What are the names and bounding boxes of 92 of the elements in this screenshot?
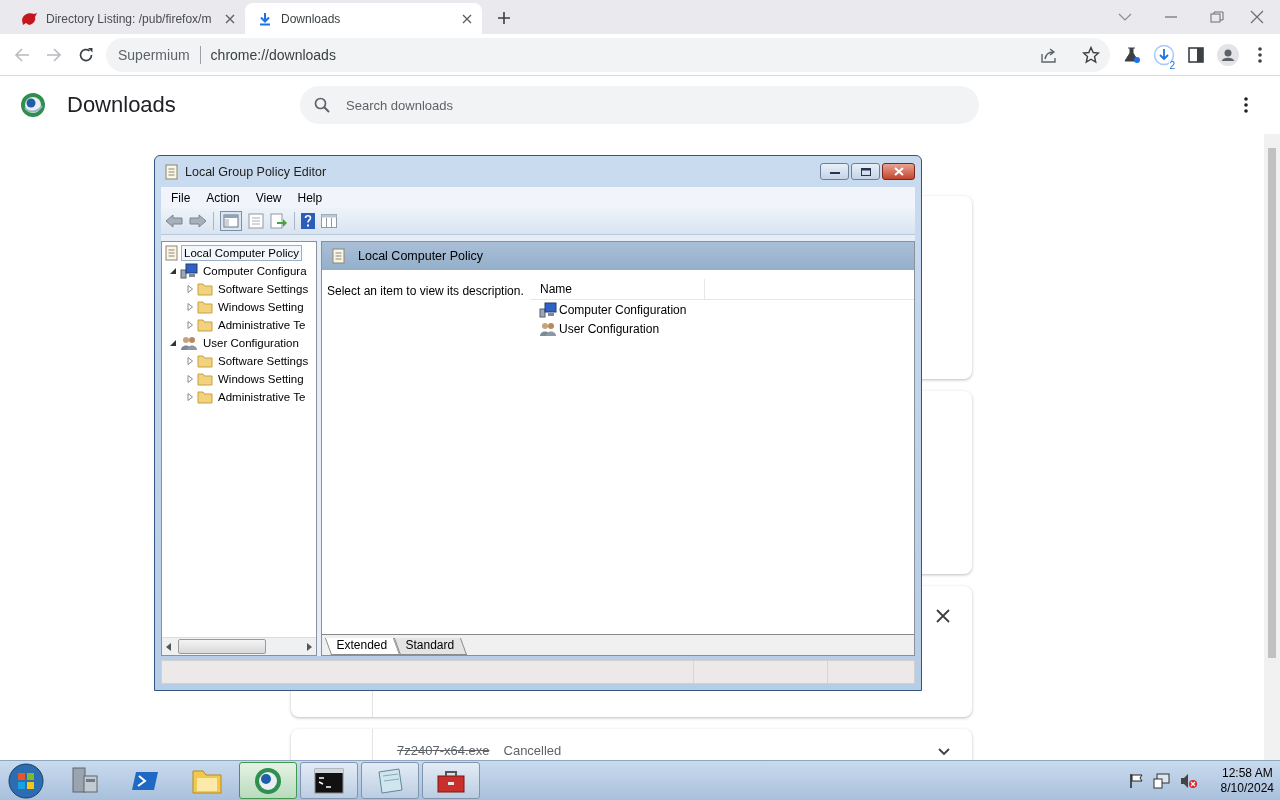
new-tab-icon[interactable] bbox=[497, 11, 511, 25]
browser-tab[interactable]: Directory Listing: /pub/firefox/m bbox=[8, 3, 245, 34]
document-icon bbox=[332, 248, 346, 264]
view-tab[interactable]: Standard bbox=[393, 638, 467, 655]
browser-tab[interactable]: Downloads bbox=[245, 3, 482, 34]
download-icon bbox=[257, 10, 273, 27]
search-field[interactable]: Search downloads bbox=[300, 86, 979, 124]
address-bar[interactable]: Supermium chrome://downloads bbox=[106, 37, 1110, 72]
notepad-icon bbox=[375, 765, 405, 796]
scrollbar[interactable] bbox=[162, 637, 316, 655]
folder-icon bbox=[197, 300, 213, 314]
flag-icon[interactable] bbox=[1127, 772, 1144, 789]
close-icon[interactable] bbox=[461, 12, 473, 25]
tree-item[interactable]: Administrative Te bbox=[162, 316, 316, 334]
columns-icon[interactable] bbox=[321, 214, 337, 228]
flask-icon[interactable] bbox=[1124, 46, 1140, 63]
folder-icon bbox=[197, 354, 213, 368]
tree-item[interactable]: Software Settings bbox=[162, 352, 316, 370]
expanded-arrow-icon[interactable] bbox=[168, 266, 178, 276]
collapsed-arrow-icon[interactable] bbox=[185, 320, 195, 330]
column-header[interactable]: Name bbox=[530, 279, 705, 299]
close-icon[interactable] bbox=[224, 12, 236, 25]
document-icon bbox=[165, 245, 179, 261]
scroll-right-icon bbox=[306, 642, 312, 651]
restore-icon[interactable] bbox=[1210, 11, 1224, 23]
tree-item[interactable]: Administrative Te bbox=[162, 388, 316, 406]
download-count: 2 bbox=[1169, 60, 1175, 71]
help-icon[interactable] bbox=[301, 213, 315, 229]
users-icon bbox=[180, 335, 198, 351]
collapsed-arrow-icon[interactable] bbox=[185, 302, 195, 312]
tree-item[interactable]: Computer Configura bbox=[162, 262, 316, 280]
back-arrow-icon[interactable] bbox=[165, 214, 183, 228]
volume-muted-icon[interactable] bbox=[1179, 772, 1198, 789]
share-icon[interactable] bbox=[1040, 46, 1058, 63]
list-item[interactable]: User Configuration bbox=[559, 321, 660, 336]
computer-icon bbox=[180, 263, 198, 279]
description-text: Select an item to view its description. bbox=[326, 283, 525, 300]
tree-toggle-icon[interactable] bbox=[220, 211, 242, 231]
collapsed-arrow-icon[interactable] bbox=[185, 392, 195, 402]
menu-item[interactable]: Action bbox=[198, 190, 248, 205]
computer-icon bbox=[539, 301, 557, 318]
document-icon bbox=[165, 163, 179, 180]
maximize-button[interactable] bbox=[851, 163, 880, 180]
expanded-arrow-icon[interactable] bbox=[168, 338, 178, 348]
page-title: Downloads bbox=[67, 92, 176, 118]
server-icon bbox=[70, 765, 100, 796]
scrollbar[interactable] bbox=[1264, 134, 1280, 760]
tree-item[interactable]: Windows Setting bbox=[162, 370, 316, 388]
users-icon bbox=[539, 320, 557, 337]
folder-icon bbox=[197, 390, 213, 404]
minimize-button[interactable] bbox=[820, 163, 849, 180]
collapsed-arrow-icon[interactable] bbox=[185, 284, 195, 294]
view-tab[interactable]: Extended bbox=[324, 638, 400, 655]
taskbar-button[interactable] bbox=[422, 762, 480, 799]
tree-item[interactable]: User Configuration bbox=[162, 334, 316, 352]
menu-icon[interactable] bbox=[1258, 46, 1262, 63]
taskbar-button[interactable] bbox=[300, 762, 358, 799]
avatar-icon[interactable] bbox=[1217, 43, 1239, 66]
close-button[interactable] bbox=[882, 163, 915, 180]
scroll-left-icon bbox=[166, 642, 172, 651]
pane-title: Local Computer Policy bbox=[358, 249, 484, 263]
reload-icon[interactable] bbox=[78, 46, 94, 63]
side-panel-icon[interactable] bbox=[1188, 46, 1204, 63]
list-item[interactable]: Computer Configuration bbox=[559, 302, 687, 317]
folder-icon bbox=[197, 282, 213, 296]
search-icon bbox=[314, 97, 330, 113]
more-icon[interactable] bbox=[1244, 97, 1248, 113]
download-status: Cancelled bbox=[503, 743, 562, 758]
export-icon[interactable] bbox=[270, 213, 288, 229]
folder-icon bbox=[197, 318, 213, 332]
chevron-down-icon[interactable] bbox=[938, 748, 950, 756]
network-icon[interactable] bbox=[1152, 772, 1171, 789]
forward-arrow-icon[interactable] bbox=[189, 214, 207, 228]
menu-item[interactable]: View bbox=[247, 190, 290, 205]
start-orb-icon[interactable] bbox=[8, 762, 44, 799]
browser-logo-icon bbox=[253, 765, 283, 796]
menu-item[interactable]: Help bbox=[289, 190, 331, 205]
tree-item[interactable]: Windows Setting bbox=[162, 298, 316, 316]
menu-item[interactable]: File bbox=[163, 190, 199, 205]
folder-icon bbox=[197, 372, 213, 386]
tree-item[interactable]: Software Settings bbox=[162, 280, 316, 298]
close-icon bbox=[893, 167, 904, 176]
maximize-icon bbox=[860, 167, 871, 176]
clock[interactable]: 12:58 AM 8/10/2024 bbox=[1220, 765, 1274, 796]
star-icon[interactable] bbox=[1082, 45, 1100, 64]
collapsed-arrow-icon[interactable] bbox=[185, 374, 195, 384]
window-title: Local Group Policy Editor bbox=[185, 164, 327, 179]
file-name: 7z2407-x64.exe bbox=[397, 743, 490, 758]
browser-logo-icon bbox=[20, 92, 46, 118]
close-icon[interactable] bbox=[936, 609, 950, 623]
terminal-icon bbox=[314, 767, 344, 794]
collapsed-arrow-icon[interactable] bbox=[185, 356, 195, 366]
